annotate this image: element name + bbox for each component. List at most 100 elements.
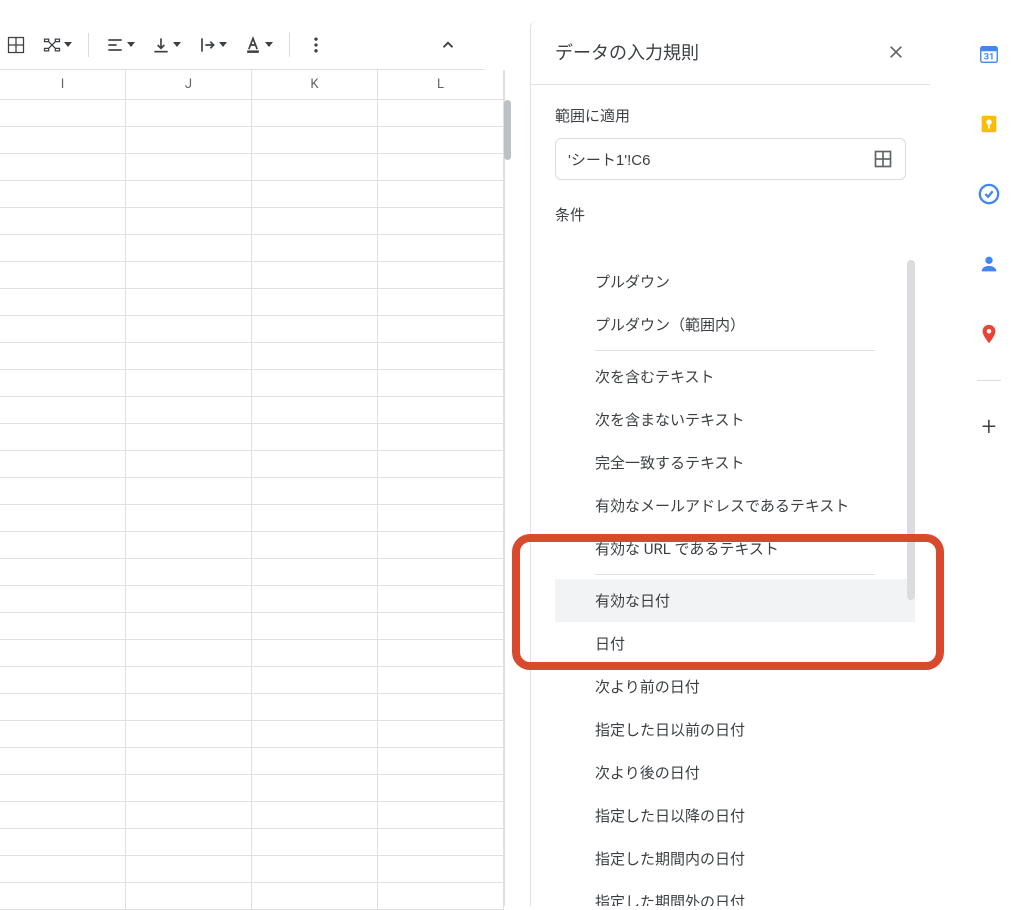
dropdown-scrollbar[interactable]	[907, 260, 915, 886]
cell[interactable]	[0, 316, 126, 342]
cell[interactable]	[252, 370, 378, 396]
cell[interactable]	[252, 451, 378, 477]
cell[interactable]	[252, 478, 378, 504]
cell[interactable]	[126, 154, 252, 180]
table-row[interactable]	[0, 343, 504, 370]
cell[interactable]	[126, 100, 252, 126]
cell[interactable]	[126, 829, 252, 855]
cell[interactable]	[378, 343, 504, 369]
table-row[interactable]	[0, 181, 504, 208]
cell[interactable]	[126, 505, 252, 531]
cell[interactable]	[252, 397, 378, 423]
cell[interactable]	[378, 532, 504, 558]
dropdown-option[interactable]: 指定した期間外の日付	[555, 880, 915, 906]
cell[interactable]	[252, 532, 378, 558]
table-row[interactable]	[0, 289, 504, 316]
cell[interactable]	[378, 316, 504, 342]
cell[interactable]	[126, 883, 252, 909]
cell[interactable]	[126, 640, 252, 666]
cell[interactable]	[126, 748, 252, 774]
table-row[interactable]	[0, 127, 504, 154]
dropdown-option[interactable]: 次より後の日付	[555, 751, 915, 794]
table-row[interactable]	[0, 154, 504, 181]
cell[interactable]	[378, 478, 504, 504]
cell[interactable]	[252, 505, 378, 531]
cell[interactable]	[126, 127, 252, 153]
border-button[interactable]	[0, 29, 32, 61]
table-row[interactable]	[0, 505, 504, 532]
dropdown-option[interactable]: 有効な日付	[555, 579, 915, 622]
table-row[interactable]	[0, 667, 504, 694]
cell[interactable]	[126, 316, 252, 342]
cell[interactable]	[252, 559, 378, 585]
cell[interactable]	[0, 424, 126, 450]
cell[interactable]	[252, 127, 378, 153]
cell[interactable]	[378, 154, 504, 180]
table-row[interactable]	[0, 532, 504, 559]
cell[interactable]	[0, 829, 126, 855]
cell[interactable]	[0, 532, 126, 558]
col-header[interactable]: I	[0, 70, 126, 99]
cell[interactable]	[252, 262, 378, 288]
cell[interactable]	[252, 775, 378, 801]
cell[interactable]	[378, 775, 504, 801]
cell[interactable]	[252, 694, 378, 720]
cell[interactable]	[126, 424, 252, 450]
table-row[interactable]	[0, 586, 504, 613]
table-row[interactable]	[0, 559, 504, 586]
table-row[interactable]	[0, 856, 504, 883]
dropdown-option[interactable]: 次を含まないテキスト	[555, 398, 915, 441]
cell[interactable]	[126, 721, 252, 747]
close-button[interactable]	[882, 38, 910, 66]
table-row[interactable]	[0, 802, 504, 829]
table-row[interactable]	[0, 100, 504, 127]
cell[interactable]	[126, 370, 252, 396]
cell[interactable]	[378, 802, 504, 828]
cell[interactable]	[378, 235, 504, 261]
select-range-icon[interactable]	[873, 149, 893, 169]
cell[interactable]	[378, 559, 504, 585]
cell[interactable]	[252, 208, 378, 234]
cell[interactable]	[378, 100, 504, 126]
range-input[interactable]	[568, 151, 873, 168]
cell[interactable]	[378, 883, 504, 909]
cell[interactable]	[126, 181, 252, 207]
cell[interactable]	[0, 100, 126, 126]
table-row[interactable]	[0, 748, 504, 775]
cell[interactable]	[252, 640, 378, 666]
cell[interactable]	[0, 559, 126, 585]
dropdown-option[interactable]: 有効なメールアドレスであるテキスト	[555, 484, 915, 527]
add-addon-button[interactable]: +	[977, 415, 1001, 439]
col-header[interactable]: L	[378, 70, 504, 99]
cell[interactable]	[0, 208, 126, 234]
cell[interactable]	[126, 613, 252, 639]
cell[interactable]	[378, 829, 504, 855]
wrap-button[interactable]	[191, 29, 233, 61]
cell[interactable]	[126, 586, 252, 612]
table-row[interactable]	[0, 640, 504, 667]
spreadsheet-grid[interactable]: I J K L	[0, 70, 505, 906]
cell[interactable]	[252, 100, 378, 126]
range-input-container[interactable]	[555, 138, 906, 180]
dropdown-option[interactable]: 指定した日以前の日付	[555, 708, 915, 751]
cell[interactable]	[252, 613, 378, 639]
cell[interactable]	[378, 640, 504, 666]
cell[interactable]	[0, 343, 126, 369]
table-row[interactable]	[0, 208, 504, 235]
maps-app-icon[interactable]	[977, 322, 1001, 346]
cell[interactable]	[0, 748, 126, 774]
cell[interactable]	[378, 397, 504, 423]
cell[interactable]	[126, 856, 252, 882]
table-row[interactable]	[0, 424, 504, 451]
v-align-button[interactable]	[145, 29, 187, 61]
dropdown-option[interactable]: 次を含むテキスト	[555, 355, 915, 398]
cell[interactable]	[0, 802, 126, 828]
cell[interactable]	[252, 154, 378, 180]
dropdown-option[interactable]: 指定した期間内の日付	[555, 837, 915, 880]
cell[interactable]	[0, 478, 126, 504]
table-row[interactable]	[0, 262, 504, 289]
text-color-button[interactable]	[237, 29, 279, 61]
table-row[interactable]	[0, 829, 504, 856]
table-row[interactable]	[0, 370, 504, 397]
cell[interactable]	[252, 316, 378, 342]
